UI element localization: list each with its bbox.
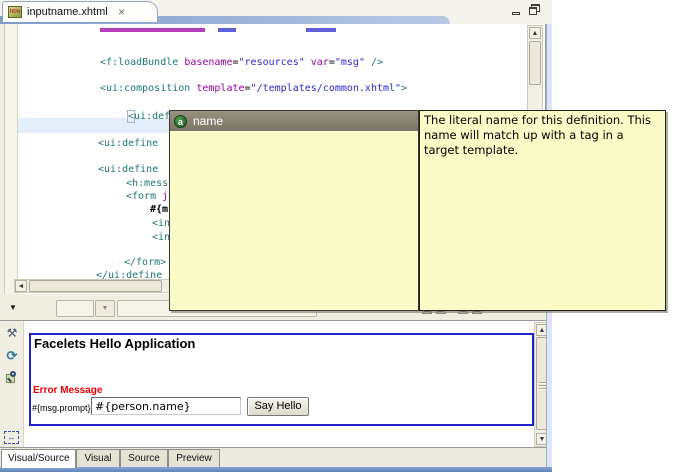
content-assist-list[interactable]: a name xyxy=(169,110,419,311)
editor-tabbar: htm inputname.xhtml ✕ xyxy=(0,0,552,24)
code-line: <ui:define xyxy=(98,138,165,149)
code-line: <form j xyxy=(126,191,169,202)
code-line: </form> xyxy=(124,257,167,268)
style-class-combo[interactable] xyxy=(56,300,94,317)
prompt-label: #{msg.prompt} xyxy=(32,403,91,413)
scroll-left-icon[interactable]: ◄ xyxy=(15,280,27,292)
attribute-proposal-icon: a xyxy=(174,114,187,128)
tab-source[interactable]: Source xyxy=(120,449,168,468)
editor-hscroll-thumb[interactable] xyxy=(29,280,162,292)
code-line: <ui:composition template="/templates/com… xyxy=(100,83,408,94)
code-line: <ui:define xyxy=(98,164,165,175)
restore-icon[interactable] xyxy=(528,3,541,15)
xhtml-file-icon: htm xyxy=(8,6,22,18)
editor-mode-tabs: Visual/Source Visual Source Preview xyxy=(0,447,549,468)
person-name-input[interactable] xyxy=(91,397,241,415)
combo-dropdown-icon[interactable]: ▼ xyxy=(95,300,115,317)
editor-tab-inputname[interactable]: htm inputname.xhtml ✕ xyxy=(2,1,158,22)
proposal-row-selected[interactable]: a name xyxy=(170,111,418,131)
preferences-tools-icon[interactable]: ⚒ xyxy=(4,326,20,342)
desktop: htm inputname.xhtml ✕ <f:loadBundle base… xyxy=(0,0,675,472)
scroll-up-icon[interactable]: ▲ xyxy=(529,27,541,39)
tab-preview[interactable]: Preview xyxy=(168,449,220,468)
annotation-ruler xyxy=(5,24,18,294)
page-title: Facelets Hello Application xyxy=(34,336,196,351)
find-element-icon[interactable] xyxy=(4,370,20,386)
close-icon[interactable]: ✕ xyxy=(118,7,126,18)
code-line: #{m xyxy=(150,204,169,215)
minimize-icon[interactable] xyxy=(510,6,523,18)
tab-visual-source[interactable]: Visual/Source xyxy=(1,449,76,468)
tab-visual[interactable]: Visual xyxy=(76,449,120,468)
proposal-doc-popup: The literal name for this definition. Th… xyxy=(419,110,666,311)
toolbar-menu-icon[interactable]: ▼ xyxy=(9,303,17,312)
show-non-visual-tags-icon[interactable]: ↔ xyxy=(4,431,19,444)
say-hello-button[interactable]: Say Hello xyxy=(247,397,309,416)
editor-scroll-thumb[interactable] xyxy=(529,41,541,85)
window-bottom-border xyxy=(0,467,552,472)
page-body-outline[interactable]: Facelets Hello Application Error Message… xyxy=(29,333,534,426)
code-line: <in xyxy=(152,232,171,243)
visual-canvas[interactable]: Facelets Hello Application Error Message… xyxy=(25,321,534,448)
vpe-icon-strip: ⚒ ⟳ ↔ xyxy=(0,321,24,448)
editor-tab-label: inputname.xhtml xyxy=(27,6,108,18)
error-message-label: Error Message xyxy=(33,385,103,396)
refresh-icon[interactable]: ⟳ xyxy=(4,348,20,364)
visual-editor-pane: ⚒ ⟳ ↔ Facelets Hello Application Error M… xyxy=(0,320,549,448)
code-line: <in xyxy=(152,218,171,229)
code-line: <f:loadBundle basename="resources" var="… xyxy=(100,57,384,68)
proposal-label: name xyxy=(193,114,224,128)
code-line: </ui:define xyxy=(96,270,163,279)
code-line: <h:mess xyxy=(126,178,169,189)
